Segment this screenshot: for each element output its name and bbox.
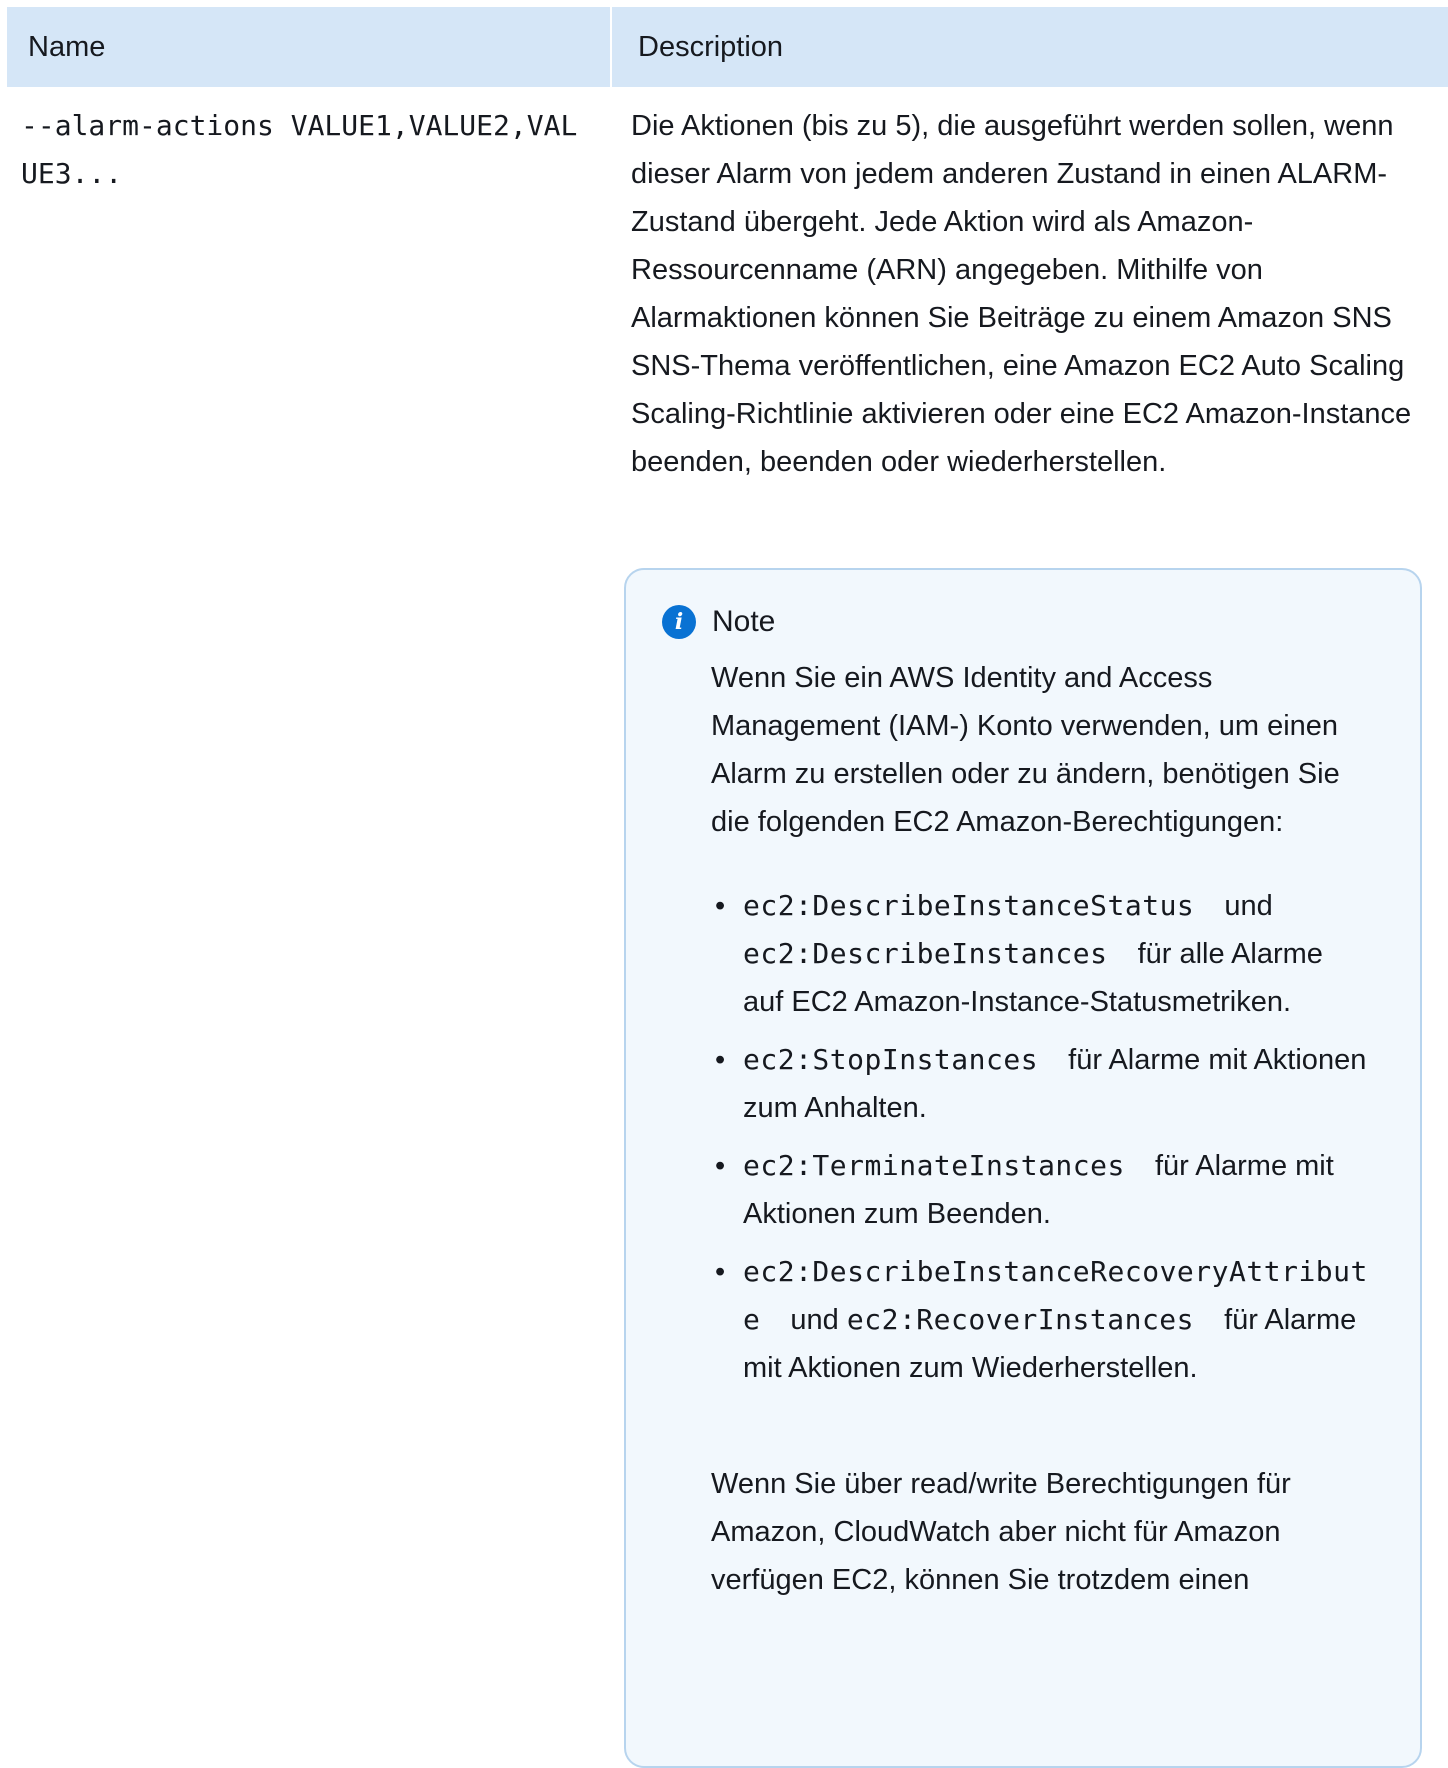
permission-code: ec2:DescribeInstances [743, 937, 1108, 970]
note-callout: i Note Wenn Sie ein AWS Identity and Acc… [624, 568, 1422, 1768]
list-item: ec2:DescribeInstanceStatus und ec2:Descr… [711, 882, 1371, 1026]
list-item: ec2:DescribeInstanceRecoveryAttribute un… [711, 1248, 1371, 1392]
list-item: ec2:StopInstances für Alarme mit Aktione… [711, 1036, 1371, 1132]
info-icon: i [662, 605, 696, 639]
parameter-description-cell: Die Aktionen (bis zu 5), die ausgeführt … [631, 102, 1421, 486]
parameter-description: Die Aktionen (bis zu 5), die ausgeführt … [631, 110, 1412, 478]
permission-list: ec2:DescribeInstanceStatus und ec2:Descr… [711, 882, 1371, 1392]
note-header: i Note [662, 602, 775, 642]
note-body: Wenn Sie ein AWS Identity and Access Man… [711, 654, 1371, 1604]
note-title: Note [712, 605, 776, 638]
connector-text: und [1224, 890, 1273, 922]
permission-code: ec2:DescribeInstanceStatus [743, 889, 1195, 922]
note-outro: Wenn Sie über read/write Berechtigungen … [711, 1468, 1291, 1596]
list-item: ec2:TerminateInstances für Alarme mit Ak… [711, 1142, 1371, 1238]
note-intro: Wenn Sie ein AWS Identity and Access Man… [711, 662, 1340, 838]
permission-code: ec2:StopInstances [743, 1043, 1039, 1076]
column-header-name: Name [7, 7, 610, 87]
parameter-name: --alarm-actions VALUE1,VALUE2,VALUE3... [21, 109, 578, 190]
table-header-row: Name Description [7, 7, 1448, 87]
permission-code: ec2:RecoverInstances [846, 1303, 1195, 1336]
column-header-description: Description [612, 7, 1448, 87]
connector-text: und [790, 1304, 839, 1336]
permission-code: ec2:TerminateInstances [743, 1149, 1125, 1182]
